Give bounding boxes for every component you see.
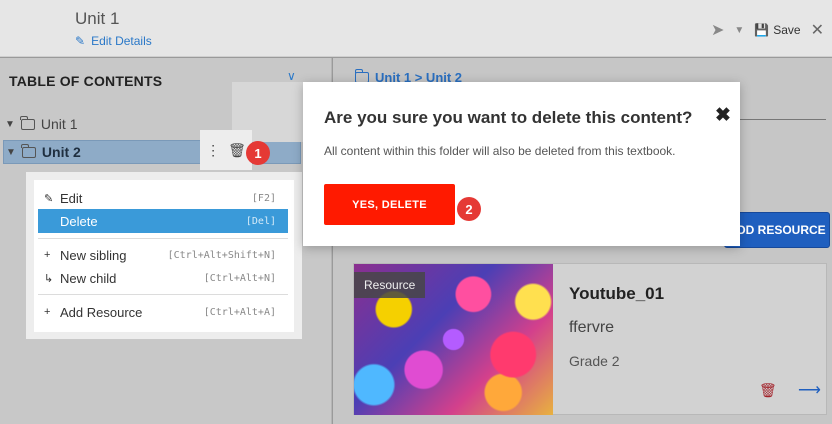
- edit-icon: ✎: [75, 34, 86, 48]
- close-icon[interactable]: ✕: [811, 20, 824, 40]
- menu-item-shortcut: [Ctrl+Alt+N]: [203, 272, 276, 284]
- menu-item-label: New sibling: [60, 247, 127, 263]
- folder-icon: [20, 115, 35, 130]
- menu-item-edit[interactable]: ✎ Edit [F2]: [38, 186, 288, 210]
- menu-item-label: Add Resource: [60, 304, 143, 320]
- menu-item-shortcut: [Del]: [245, 215, 276, 227]
- toc-item-unit-1[interactable]: ▼ Unit 1: [5, 115, 78, 132]
- edit-details-label: Edit Details: [91, 34, 152, 48]
- edit-details-link[interactable]: ✎ Edit Details: [75, 34, 152, 48]
- resource-grade: Grade 2: [569, 353, 620, 369]
- trash-icon[interactable]: 🗑: [228, 142, 246, 159]
- menu-item-add-resource[interactable]: + Add Resource [Ctrl+Alt+A]: [38, 300, 288, 324]
- menu-item-label: New child: [60, 270, 117, 286]
- kebab-menu-icon[interactable]: ⋮: [206, 142, 220, 159]
- page-title: Unit 1: [75, 9, 120, 28]
- arrow-right-icon[interactable]: ⟶: [798, 380, 821, 400]
- trash-icon[interactable]: 🗑: [759, 382, 777, 399]
- dialog-body: All content within this folder will also…: [324, 144, 676, 158]
- context-menu: ✎ Edit [F2] Delete [Del] + New sibling […: [34, 180, 294, 332]
- top-actions: ➤ ▼ 💾 Save ✕: [711, 20, 824, 40]
- resource-card[interactable]: Resource Youtube_01 ffervre Grade 2 🗑 ⟶: [353, 263, 827, 415]
- menu-item-shortcut: [F2]: [251, 192, 276, 204]
- top-bar: Unit 1 ✎ Edit Details ➤ ▼ 💾 Save ✕: [0, 0, 832, 57]
- menu-item-shortcut: [Ctrl+Alt+A]: [203, 306, 276, 318]
- toc-title: TABLE OF CONTENTS: [9, 73, 163, 89]
- menu-item-label: Delete: [60, 213, 98, 229]
- save-label: Save: [773, 23, 801, 37]
- menu-divider: [38, 294, 288, 295]
- floppy-icon: 💾: [754, 23, 770, 37]
- menu-item-new-sibling[interactable]: + New sibling [Ctrl+Alt+Shift+N]: [38, 243, 288, 267]
- menu-divider: [38, 238, 288, 239]
- resource-description: ffervre: [569, 319, 615, 336]
- send-icon[interactable]: ➤: [711, 20, 724, 40]
- close-icon[interactable]: ✖: [715, 104, 731, 127]
- plus-icon: +: [44, 306, 51, 318]
- resource-tag: Resource: [354, 272, 426, 298]
- child-arrow-icon: ↳: [44, 272, 54, 285]
- dialog-title: Are you sure you want to delete this con…: [324, 108, 693, 127]
- toc-item-label: Unit 2: [41, 144, 81, 160]
- row-actions: ⋮ 🗑: [200, 130, 252, 170]
- plus-icon: +: [44, 249, 51, 261]
- folder-icon: [21, 143, 36, 158]
- chevron-down-icon[interactable]: ▼: [734, 25, 744, 36]
- step-badge-1: 1: [246, 141, 270, 165]
- caret-down-icon[interactable]: ▼: [6, 147, 16, 158]
- double-chevron-down-icon[interactable]: ∨: [287, 69, 296, 83]
- menu-item-new-child[interactable]: ↳ New child [Ctrl+Alt+N]: [38, 266, 288, 290]
- save-button[interactable]: 💾 Save: [754, 23, 800, 37]
- resource-title: Youtube_01: [569, 284, 665, 303]
- menu-item-label: Edit: [60, 190, 83, 206]
- delete-confirm-dialog: Are you sure you want to delete this con…: [303, 82, 740, 246]
- menu-item-shortcut: [Ctrl+Alt+Shift+N]: [167, 249, 276, 261]
- caret-down-icon[interactable]: ▼: [5, 119, 15, 130]
- divider: [740, 119, 826, 120]
- menu-item-delete[interactable]: Delete [Del]: [38, 209, 288, 233]
- step-badge-2: 2: [457, 197, 481, 221]
- panel-backdrop: [740, 98, 832, 188]
- yes-delete-button[interactable]: YES, DELETE: [324, 184, 455, 225]
- pencil-icon: ✎: [44, 192, 54, 205]
- toc-item-label: Unit 1: [40, 116, 78, 132]
